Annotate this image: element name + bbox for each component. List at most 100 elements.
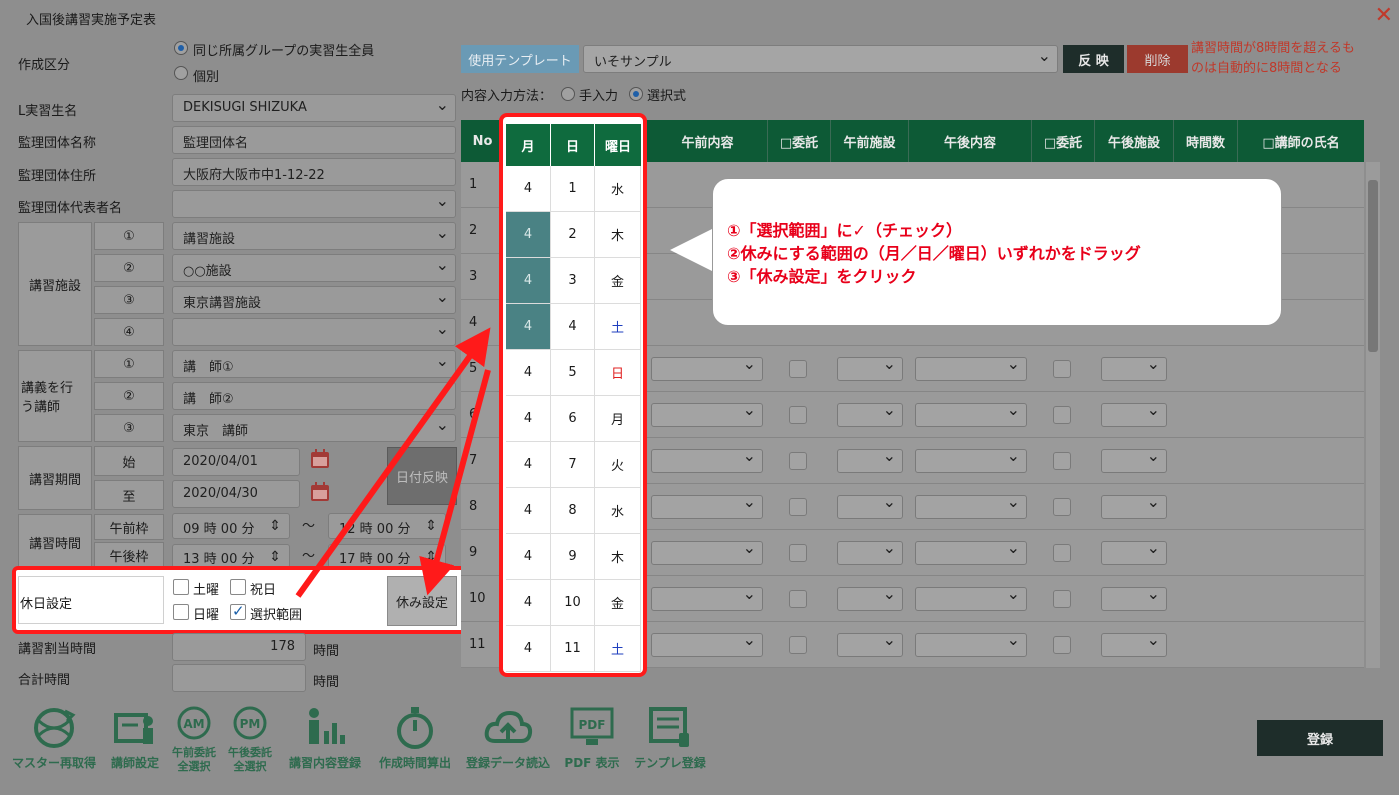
pm-facility-select[interactable] xyxy=(1101,446,1167,473)
pm-content-select[interactable] xyxy=(915,538,1027,565)
am-content-select[interactable] xyxy=(651,354,763,381)
am-content-select[interactable] xyxy=(651,538,763,565)
month-cell[interactable]: 4 xyxy=(506,534,551,580)
am-consign-checkbox[interactable] xyxy=(789,406,807,424)
selection-range-checkbox[interactable] xyxy=(230,602,246,620)
am-facility-select[interactable] xyxy=(837,630,903,657)
toolbar-load-data[interactable]: 登録データ読込 xyxy=(460,704,556,770)
date-apply-button[interactable]: 日付反映 xyxy=(387,447,457,505)
col-weekday[interactable]: 曜日 xyxy=(595,124,641,166)
close-icon[interactable]: ✕ xyxy=(1375,3,1393,28)
pm-content-select[interactable] xyxy=(915,492,1027,519)
am-facility-select[interactable] xyxy=(837,538,903,565)
register-button[interactable]: 登録 xyxy=(1257,720,1383,756)
weekday-cell[interactable]: 水 xyxy=(595,166,641,212)
col-day[interactable]: 日 xyxy=(551,124,595,166)
pm-start-time[interactable]: 13 時 00 分 xyxy=(172,544,290,568)
am-consign-checkbox[interactable] xyxy=(789,636,807,654)
weekday-cell[interactable]: 金 xyxy=(595,258,641,304)
weekday-cell[interactable]: 火 xyxy=(595,442,641,488)
day-cell[interactable]: 2 xyxy=(551,212,595,258)
pm-end-time[interactable]: 17 時 00 分 xyxy=(328,544,446,568)
pm-content-select[interactable] xyxy=(915,446,1027,473)
pm-facility-select[interactable] xyxy=(1101,400,1167,427)
day-cell[interactable]: 8 xyxy=(551,488,595,534)
pm-content-select[interactable] xyxy=(915,584,1027,611)
instructor-select-3[interactable]: 東京 講師 xyxy=(172,414,456,442)
pm-consign-checkbox[interactable] xyxy=(1053,544,1071,562)
toolbar-pm-select-all[interactable]: PM 午後委託 全選択 xyxy=(222,704,278,774)
month-cell[interactable]: 4 xyxy=(506,626,551,672)
day-cell[interactable]: 5 xyxy=(551,350,595,396)
toolbar-pdf-view[interactable]: PDF PDF 表示 xyxy=(556,704,628,770)
day-cell[interactable]: 11 xyxy=(551,626,595,672)
org-address-field[interactable]: 大阪府大阪市中1-12-22 xyxy=(172,158,456,186)
period-end-input[interactable]: 2020/04/30 xyxy=(172,480,300,508)
weekday-cell[interactable]: 金 xyxy=(595,580,641,626)
instructor-select-2[interactable]: 講 師② xyxy=(172,382,456,410)
template-button[interactable]: 使用テンプレート xyxy=(461,45,579,73)
month-cell[interactable]: 4 xyxy=(506,304,551,350)
input-manual-radio[interactable] xyxy=(561,87,575,101)
facility-select-2[interactable]: ○○施設 xyxy=(172,254,456,282)
am-facility-select[interactable] xyxy=(837,354,903,381)
period-start-input[interactable]: 2020/04/01 xyxy=(172,448,300,476)
month-cell[interactable]: 4 xyxy=(506,396,551,442)
pm-content-select[interactable] xyxy=(915,354,1027,381)
am-content-select[interactable] xyxy=(651,446,763,473)
am-consign-checkbox[interactable] xyxy=(789,544,807,562)
pm-consign-checkbox[interactable] xyxy=(1053,452,1071,470)
template-select[interactable]: いそサンプル xyxy=(583,45,1058,73)
org-rep-select[interactable] xyxy=(172,190,456,218)
calendar-icon[interactable] xyxy=(309,448,331,470)
org-name-field[interactable]: 監理団体名 xyxy=(172,126,456,154)
facility-select-1[interactable]: 講習施設 xyxy=(172,222,456,250)
month-cell[interactable]: 4 xyxy=(506,166,551,212)
pm-content-select[interactable] xyxy=(915,630,1027,657)
am-facility-select[interactable] xyxy=(837,400,903,427)
am-facility-select[interactable] xyxy=(837,446,903,473)
day-cell[interactable]: 1 xyxy=(551,166,595,212)
month-cell[interactable]: 4 xyxy=(506,488,551,534)
pm-facility-select[interactable] xyxy=(1101,630,1167,657)
toolbar-calc-time[interactable]: 作成時間算出 xyxy=(370,704,460,770)
facility-select-3[interactable]: 東京講習施設 xyxy=(172,286,456,314)
am-facility-select[interactable] xyxy=(837,492,903,519)
toolbar-content-register[interactable]: 講習内容登録 xyxy=(280,704,370,770)
am-consign-checkbox[interactable] xyxy=(789,590,807,608)
am-content-select[interactable] xyxy=(651,584,763,611)
weekday-cell[interactable]: 月 xyxy=(595,396,641,442)
am-end-time[interactable]: 12 時 00 分 xyxy=(328,513,446,539)
trainee-select[interactable]: DEKISUGI SHIZUKA xyxy=(172,94,456,122)
day-cell[interactable]: 4 xyxy=(551,304,595,350)
am-consign-checkbox[interactable] xyxy=(789,498,807,516)
col-am-consign[interactable]: □委託 xyxy=(768,120,831,162)
month-cell[interactable]: 4 xyxy=(506,258,551,304)
weekday-cell[interactable]: 水 xyxy=(595,488,641,534)
holiday-set-button[interactable]: 休み設定 xyxy=(387,576,457,626)
pm-facility-select[interactable] xyxy=(1101,538,1167,565)
am-content-select[interactable] xyxy=(651,492,763,519)
am-start-time[interactable]: 09 時 00 分 xyxy=(172,513,290,539)
saturday-checkbox[interactable] xyxy=(173,579,189,595)
month-cell[interactable]: 4 xyxy=(506,212,551,258)
col-month[interactable]: 月 xyxy=(506,124,551,166)
pm-facility-select[interactable] xyxy=(1101,354,1167,381)
weekday-cell[interactable]: 土 xyxy=(595,304,641,350)
pm-facility-select[interactable] xyxy=(1101,492,1167,519)
pm-facility-select[interactable] xyxy=(1101,584,1167,611)
instructor-select-1[interactable]: 講 師① xyxy=(172,350,456,378)
pm-content-select[interactable] xyxy=(915,400,1027,427)
weekday-cell[interactable]: 土 xyxy=(595,626,641,672)
toolbar-master-refresh[interactable]: マスター再取得 xyxy=(6,704,102,770)
creation-individual-radio[interactable] xyxy=(174,66,188,80)
apply-template-button[interactable]: 反 映 xyxy=(1063,45,1124,73)
delete-template-button[interactable]: 削除 xyxy=(1127,45,1188,73)
col-pm-consign[interactable]: □委託 xyxy=(1032,120,1095,162)
pm-consign-checkbox[interactable] xyxy=(1053,406,1071,424)
am-facility-select[interactable] xyxy=(837,584,903,611)
sunday-checkbox[interactable] xyxy=(173,604,189,620)
weekday-cell[interactable]: 日 xyxy=(595,350,641,396)
creation-all-radio[interactable] xyxy=(174,41,188,55)
pm-consign-checkbox[interactable] xyxy=(1053,360,1071,378)
